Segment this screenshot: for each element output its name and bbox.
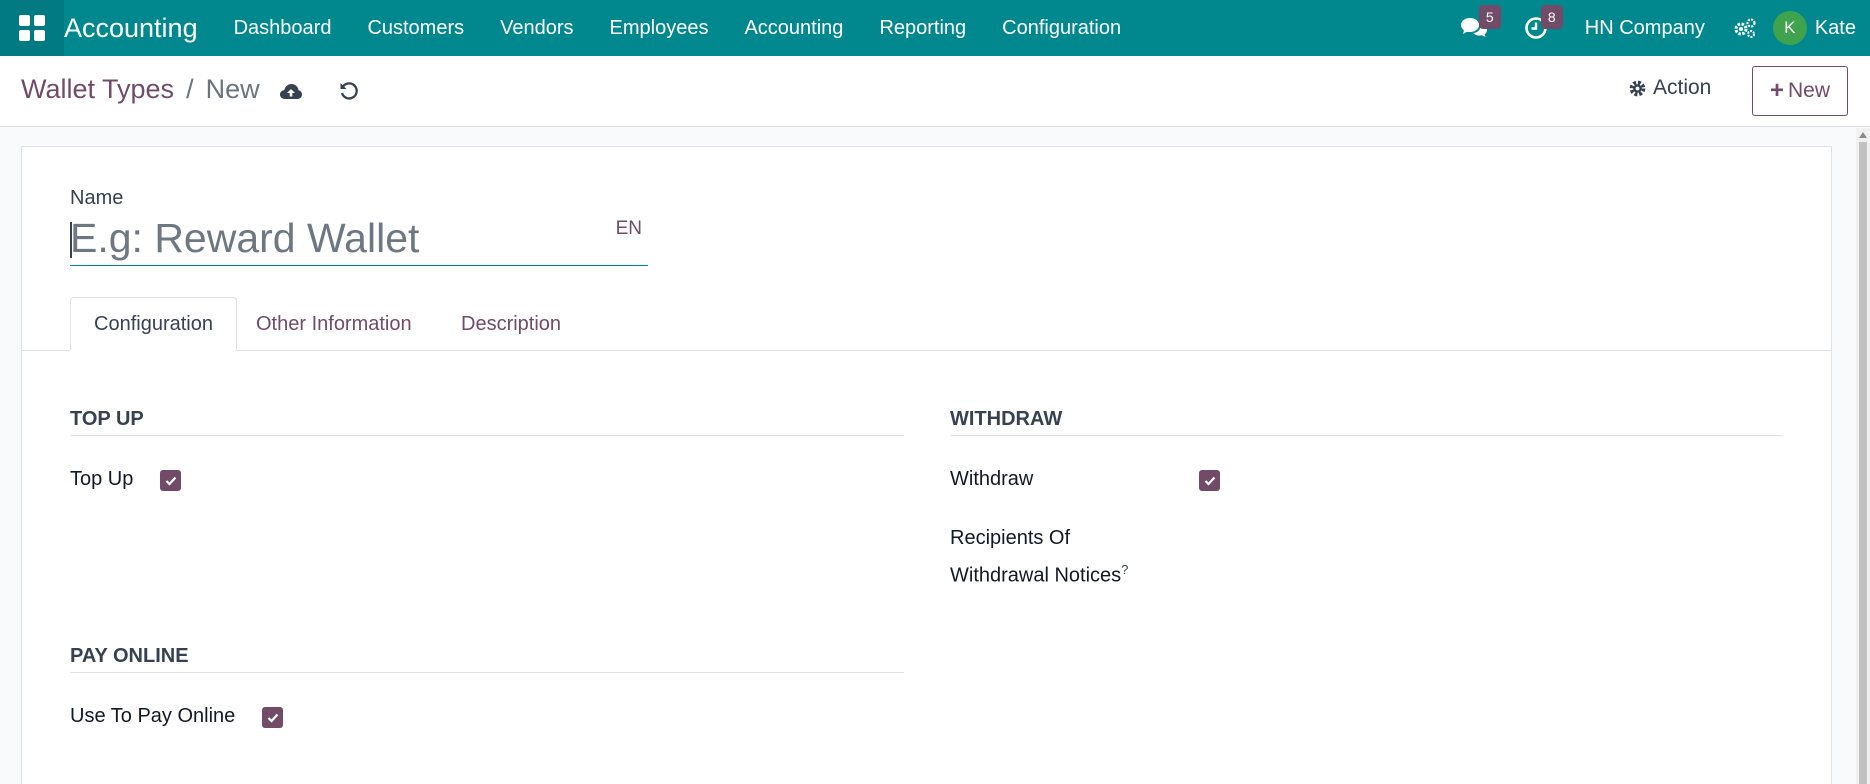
- withdraw-label: Withdraw: [950, 468, 1034, 490]
- pay-online-label: Use To Pay Online: [70, 705, 236, 727]
- translate-button[interactable]: EN: [616, 218, 642, 240]
- checkmark-icon: [1204, 476, 1215, 486]
- group-separator: [70, 435, 904, 436]
- gear-icon: [1629, 80, 1646, 96]
- tab-other-information[interactable]: Other Information: [236, 297, 432, 351]
- name-input[interactable]: [70, 212, 590, 264]
- name-field: EN: [70, 212, 648, 266]
- recipients-label: Recipients Of Withdrawal Notices?: [950, 523, 1128, 592]
- scroll-up-arrow-icon[interactable]: [1859, 132, 1867, 138]
- new-record-button[interactable]: + New: [1752, 66, 1848, 116]
- help-tooltip-icon[interactable]: ?: [1121, 562, 1128, 577]
- avatar: K: [1772, 11, 1807, 45]
- menu-item-accounting[interactable]: Accounting: [726, 0, 861, 56]
- menu-item-customers[interactable]: Customers: [349, 0, 482, 56]
- top-navbar: Accounting Dashboard Customers Vendors E…: [0, 0, 1870, 56]
- messages-count-badge: 5: [1478, 5, 1501, 29]
- vertical-scrollbar[interactable]: [1856, 128, 1870, 784]
- withdraw-checkbox[interactable]: [1199, 470, 1220, 491]
- action-menu-button[interactable]: Action: [1628, 76, 1711, 100]
- plus-icon: +: [1769, 77, 1784, 104]
- apps-menu-button[interactable]: [0, 0, 64, 56]
- text-caret: [70, 222, 72, 258]
- group-title-withdraw: Withdraw: [950, 408, 1063, 430]
- top-up-label: Top Up: [70, 468, 134, 490]
- tab-configuration[interactable]: Configuration: [70, 297, 237, 351]
- menu-item-employees[interactable]: Employees: [592, 0, 727, 56]
- systray: 5 8 HN Company K Kate: [1443, 0, 1870, 56]
- breadcrumb-parent-link[interactable]: Wallet Types: [21, 74, 174, 105]
- main-menu: Dashboard Customers Vendors Employees Ac…: [216, 0, 1140, 56]
- discard-button[interactable]: [334, 76, 364, 106]
- action-label: Action: [1653, 76, 1712, 99]
- tab-description[interactable]: Description: [441, 297, 581, 351]
- app-brand[interactable]: Accounting: [64, 13, 198, 44]
- breadcrumb: Wallet Types / New: [21, 74, 260, 105]
- debug-settings-button[interactable]: [1723, 0, 1767, 56]
- group-separator: [950, 435, 1783, 436]
- cloud-upload-icon: [280, 84, 302, 99]
- undo-icon: [340, 82, 358, 100]
- activities-button[interactable]: 8: [1505, 0, 1567, 56]
- menu-item-dashboard[interactable]: Dashboard: [216, 0, 350, 56]
- user-name: Kate: [1814, 16, 1856, 39]
- menu-item-reporting[interactable]: Reporting: [861, 0, 984, 56]
- company-switcher[interactable]: HN Company: [1567, 17, 1723, 40]
- group-title-top-up: Top Up: [70, 408, 144, 430]
- recipients-label-line1: Recipients Of: [950, 527, 1071, 549]
- new-label: New: [1788, 79, 1831, 102]
- scrollbar-thumb[interactable]: [1859, 142, 1867, 784]
- breadcrumb-separator: /: [186, 74, 194, 104]
- checkmark-icon: [165, 476, 176, 486]
- activities-count-badge: 8: [1540, 5, 1563, 29]
- menu-item-configuration[interactable]: Configuration: [984, 0, 1139, 56]
- group-title-pay-online: Pay Online: [70, 645, 189, 667]
- apps-grid-icon: [19, 15, 45, 41]
- gears-icon: [1734, 18, 1756, 38]
- user-menu[interactable]: K Kate: [1767, 11, 1870, 45]
- checkmark-icon: [267, 713, 278, 723]
- pay-online-checkbox[interactable]: [262, 707, 283, 728]
- recipients-label-line2: Withdrawal Notices: [950, 564, 1122, 587]
- control-panel: Wallet Types / New Action + New: [0, 56, 1870, 127]
- group-separator: [70, 672, 904, 673]
- top-up-checkbox[interactable]: [160, 470, 181, 491]
- name-field-label: Name: [70, 187, 124, 209]
- save-button[interactable]: [276, 76, 306, 106]
- messages-button[interactable]: 5: [1443, 0, 1505, 56]
- breadcrumb-current: New: [205, 74, 260, 104]
- menu-item-vendors[interactable]: Vendors: [482, 0, 591, 56]
